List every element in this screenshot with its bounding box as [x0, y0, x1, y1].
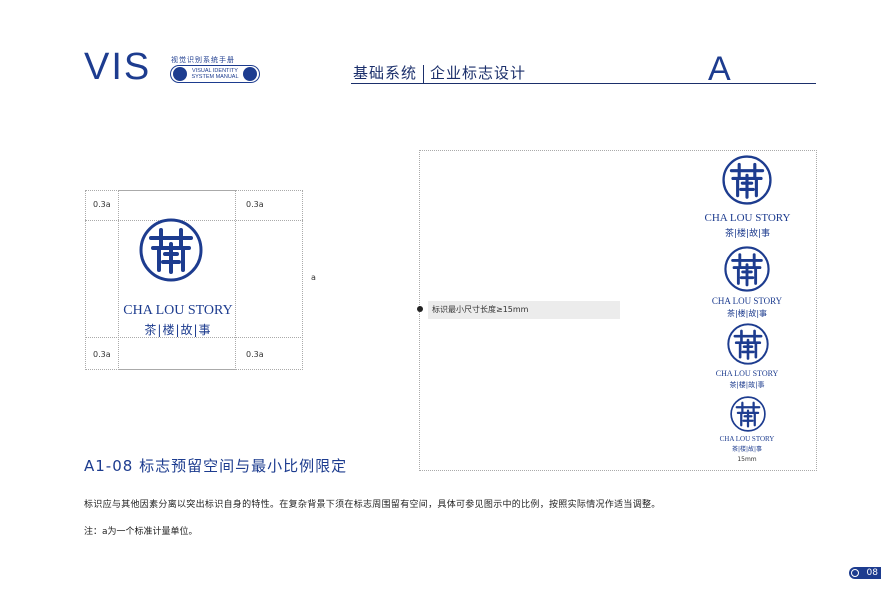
brand-emblem: [727, 323, 769, 365]
brand-emblem: [724, 246, 770, 292]
brand-name-cn: 茶|楼|故|事: [726, 309, 768, 318]
page-number-text: 08: [866, 568, 878, 578]
brand-emblem: [722, 155, 772, 205]
vis-title: VIS: [84, 46, 152, 88]
brand-name-en: CHA LOU STORY: [715, 369, 779, 378]
header-rule: [351, 83, 816, 84]
label-0-3a-br: 0.3a: [246, 350, 264, 359]
manual-badge: VISUAL IDENTITY SYSTEM MANUAL: [170, 65, 260, 83]
logo-icon: [243, 67, 257, 81]
brand-name-cn: 茶|楼|故|事: [144, 323, 212, 337]
section-body: 标识应与其他因素分离以突出标识自身的特性。在复杂背景下须在标志周围留有空间，具体…: [84, 500, 661, 510]
brand-name-cn: 茶|楼|故|事: [724, 229, 771, 239]
bullet-icon: [417, 306, 423, 312]
min-size-dimension: 15mm: [737, 456, 757, 463]
manual-title-en: VISUAL IDENTITY SYSTEM MANUAL: [189, 68, 241, 80]
section-main: 基础系统: [353, 64, 418, 82]
logo-icon: [173, 67, 187, 81]
brand-emblem: [139, 218, 203, 282]
brand-emblem: [730, 396, 766, 432]
brand-name-en: CHA LOU STORY: [123, 303, 233, 318]
label-0-3a-tl: 0.3a: [93, 200, 111, 209]
section-note: 注：a为一个标准计量单位。: [84, 527, 198, 537]
section-sub: 企业标志设计: [430, 64, 527, 82]
brand-name-cn: 茶|楼|故|事: [729, 381, 765, 389]
section-title: A1-08 标志预留空间与最小比例限定: [84, 457, 348, 475]
min-size-label: 标识最小尺寸长度≥15mm: [428, 301, 620, 319]
section-letter: A: [708, 50, 731, 88]
logo-icon: [851, 569, 859, 577]
manual-en-line2: SYSTEM MANUAL: [191, 74, 239, 80]
label-0-3a-tr: 0.3a: [246, 200, 264, 209]
brand-name-cn: 茶|楼|故|事: [731, 446, 763, 453]
label-0-3a-bl: 0.3a: [93, 350, 111, 359]
section-header: 基础系统 企业标志设计: [353, 62, 526, 83]
manual-title-cn: 视觉识别系统手册: [171, 56, 235, 64]
brand-name-en: CHA LOU STORY: [719, 435, 775, 443]
label-a: a: [311, 273, 316, 282]
header-separator: [423, 64, 425, 83]
brand-name-en: CHA LOU STORY: [704, 212, 791, 224]
page-number: 08: [849, 567, 881, 579]
brand-name-en: CHA LOU STORY: [711, 296, 783, 306]
